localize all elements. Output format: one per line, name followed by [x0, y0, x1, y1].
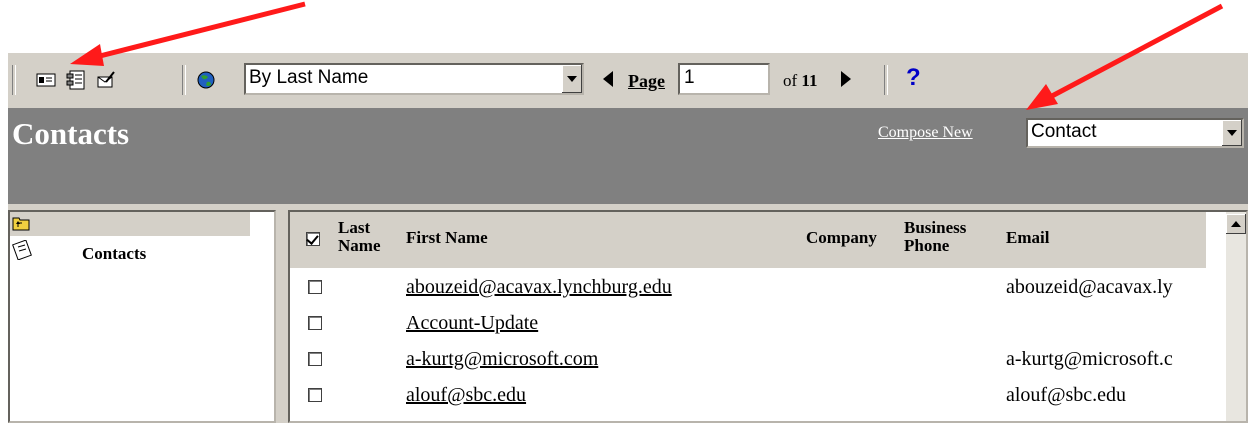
contacts-window: By Last Name Page 1 of 11 ? Contacts Com… [8, 52, 1248, 423]
column-header-first-name[interactable]: First Name [406, 229, 488, 247]
column-header-last-name[interactable]: Last Name [338, 219, 380, 255]
contact-name-link[interactable]: a-kurtg@microsoft.com [406, 348, 598, 371]
column-header-company[interactable]: Company [806, 229, 877, 247]
contact-email: a-kurtg@microsoft.c [1006, 348, 1173, 370]
previous-page-icon[interactable] [598, 67, 616, 91]
compose-type-value: Contact [1031, 121, 1097, 142]
contact-name-link[interactable]: abouzeid@acavax.lynchburg.edu [406, 276, 672, 299]
toolbar-separator [884, 65, 888, 95]
contact-list-icon[interactable] [64, 69, 88, 91]
folder-item-contacts[interactable]: Contacts [82, 244, 146, 264]
help-icon[interactable]: ? [906, 64, 921, 92]
contact-name-link[interactable]: alouf@sbc.edu [406, 384, 526, 407]
contacts-folder-icon [12, 240, 32, 260]
row-checkbox[interactable] [308, 352, 322, 366]
next-page-icon[interactable] [838, 67, 856, 91]
page-title: Contacts [12, 116, 130, 151]
view-select-value: By Last Name [249, 67, 369, 88]
view-select[interactable]: By Last Name [244, 63, 584, 95]
folder-up-row[interactable] [10, 212, 250, 236]
vertical-scrollbar[interactable] [1226, 212, 1246, 421]
globe-icon[interactable] [194, 69, 218, 91]
compose-message-icon[interactable] [94, 69, 118, 91]
row-checkbox[interactable] [308, 388, 322, 402]
contacts-grid: Last Name First Name Company Business Ph… [288, 210, 1248, 423]
column-header-email[interactable]: Email [1006, 229, 1049, 247]
compose-new-link[interactable]: Compose New [878, 124, 973, 142]
toolbar: By Last Name Page 1 of 11 ? [8, 52, 1248, 109]
new-contact-card-icon[interactable] [34, 69, 58, 91]
column-header-last-name-line1: Last [338, 218, 371, 237]
chevron-down-icon[interactable] [1221, 120, 1242, 146]
page-header: Contacts Compose New Contact [8, 108, 1248, 204]
page-total-count: 11 [801, 71, 818, 90]
column-header-business-phone-line2: Phone [904, 236, 950, 255]
column-header-last-name-line2: Name [338, 236, 381, 255]
page-total: of 11 [783, 71, 817, 91]
compose-type-select[interactable]: Contact [1026, 118, 1244, 148]
table-row[interactable]: a-kurtg@microsoft.com a-kurtg@microsoft.… [290, 342, 1206, 378]
contact-email: abouzeid@acavax.ly [1006, 276, 1173, 298]
table-row[interactable]: alouf@sbc.edu alouf@sbc.edu [290, 378, 1206, 414]
row-checkbox[interactable] [308, 280, 322, 294]
folder-up-icon[interactable] [12, 215, 30, 231]
grid-header: Last Name First Name Company Business Ph… [290, 212, 1206, 268]
column-header-business-phone[interactable]: Business Phone [904, 219, 966, 255]
scroll-up-icon[interactable] [1226, 214, 1246, 234]
contact-name-link[interactable]: Account-Update [406, 312, 538, 335]
column-header-business-phone-line1: Business [904, 218, 967, 237]
page-link[interactable]: Page [628, 71, 665, 92]
page-number-input[interactable]: 1 [678, 63, 770, 95]
chevron-down-icon[interactable] [561, 65, 582, 93]
toolbar-separator [182, 65, 186, 95]
contact-email: alouf@sbc.edu [1006, 384, 1127, 406]
row-checkbox[interactable] [308, 316, 322, 330]
page-total-prefix: of [783, 71, 798, 90]
select-all-checkbox[interactable] [306, 232, 320, 246]
table-row[interactable]: Account-Update [290, 306, 1206, 342]
folder-pane: Contacts [8, 210, 276, 423]
toolbar-grip [12, 65, 16, 95]
table-row[interactable]: abouzeid@acavax.lynchburg.edu abouzeid@a… [290, 270, 1206, 306]
